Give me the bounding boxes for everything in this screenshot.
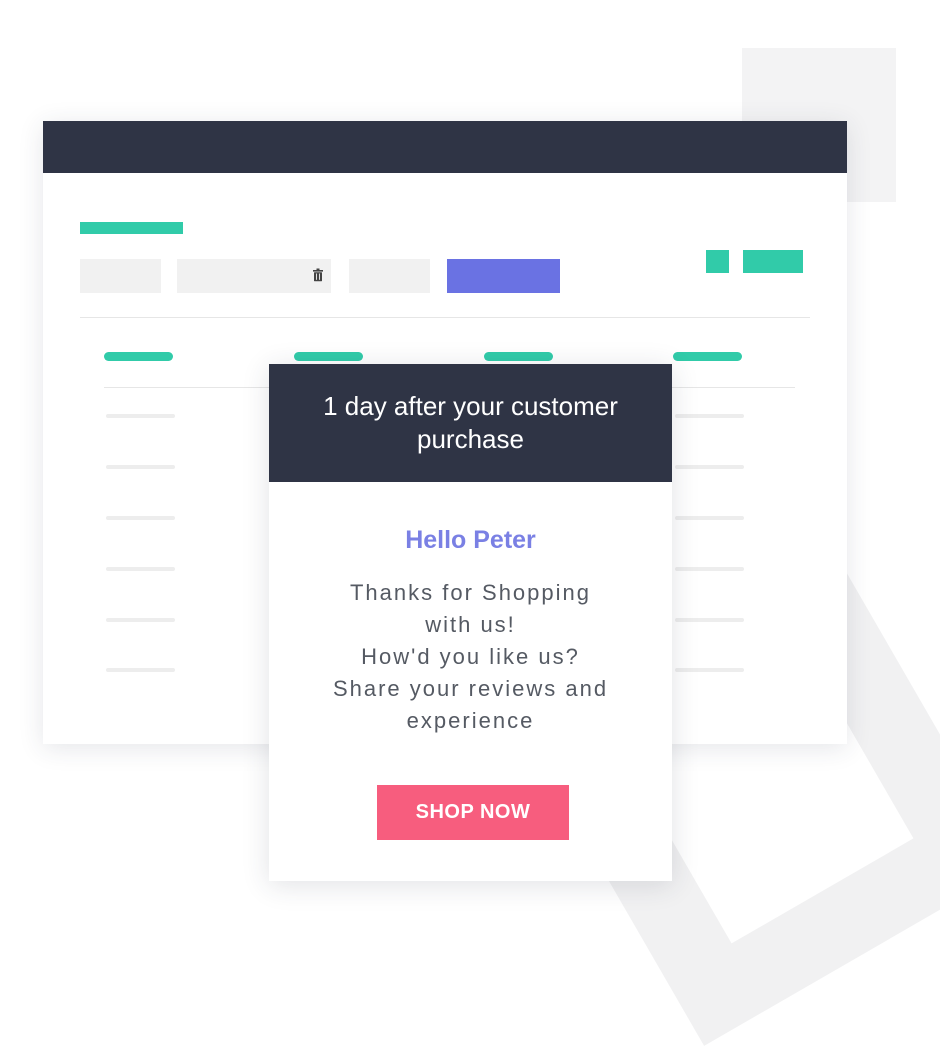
column-header-3 — [484, 352, 553, 361]
table-row-placeholder — [675, 414, 744, 418]
column-header-1 — [104, 352, 173, 361]
table-row-placeholder — [106, 465, 175, 469]
toolbar-wide-button[interactable] — [743, 250, 803, 273]
window-titlebar — [43, 121, 847, 173]
email-preview-card: 1 day after your customer purchase Hello… — [269, 364, 672, 881]
table-row-placeholder — [106, 618, 175, 622]
column-header-2 — [294, 352, 363, 361]
shop-now-button[interactable]: SHOP NOW — [377, 785, 569, 840]
greeting-text: Hello Peter — [405, 526, 536, 554]
table-row-placeholder — [106, 567, 175, 571]
filter-field-1[interactable] — [80, 259, 161, 293]
column-header-4 — [673, 352, 742, 361]
table-row-placeholder — [675, 516, 744, 520]
toolbar-small-button[interactable] — [706, 250, 729, 273]
apply-button[interactable] — [447, 259, 560, 293]
table-row-placeholder — [675, 618, 744, 622]
table-row-placeholder — [675, 567, 744, 571]
table-row-placeholder — [106, 414, 175, 418]
filter-field-3[interactable] — [349, 259, 430, 293]
page-heading-placeholder — [80, 222, 183, 234]
table-row-placeholder — [675, 465, 744, 469]
filter-field-2[interactable] — [177, 259, 331, 293]
divider — [80, 317, 810, 318]
message-text: Thanks for Shopping with us! How'd you l… — [332, 580, 609, 733]
trash-icon[interactable] — [313, 268, 323, 282]
card-header: 1 day after your customer purchase — [269, 364, 672, 482]
card-title: 1 day after your customer purchase — [323, 391, 618, 454]
table-row-placeholder — [106, 516, 175, 520]
table-row-placeholder — [106, 668, 175, 672]
table-row-placeholder — [675, 668, 744, 672]
